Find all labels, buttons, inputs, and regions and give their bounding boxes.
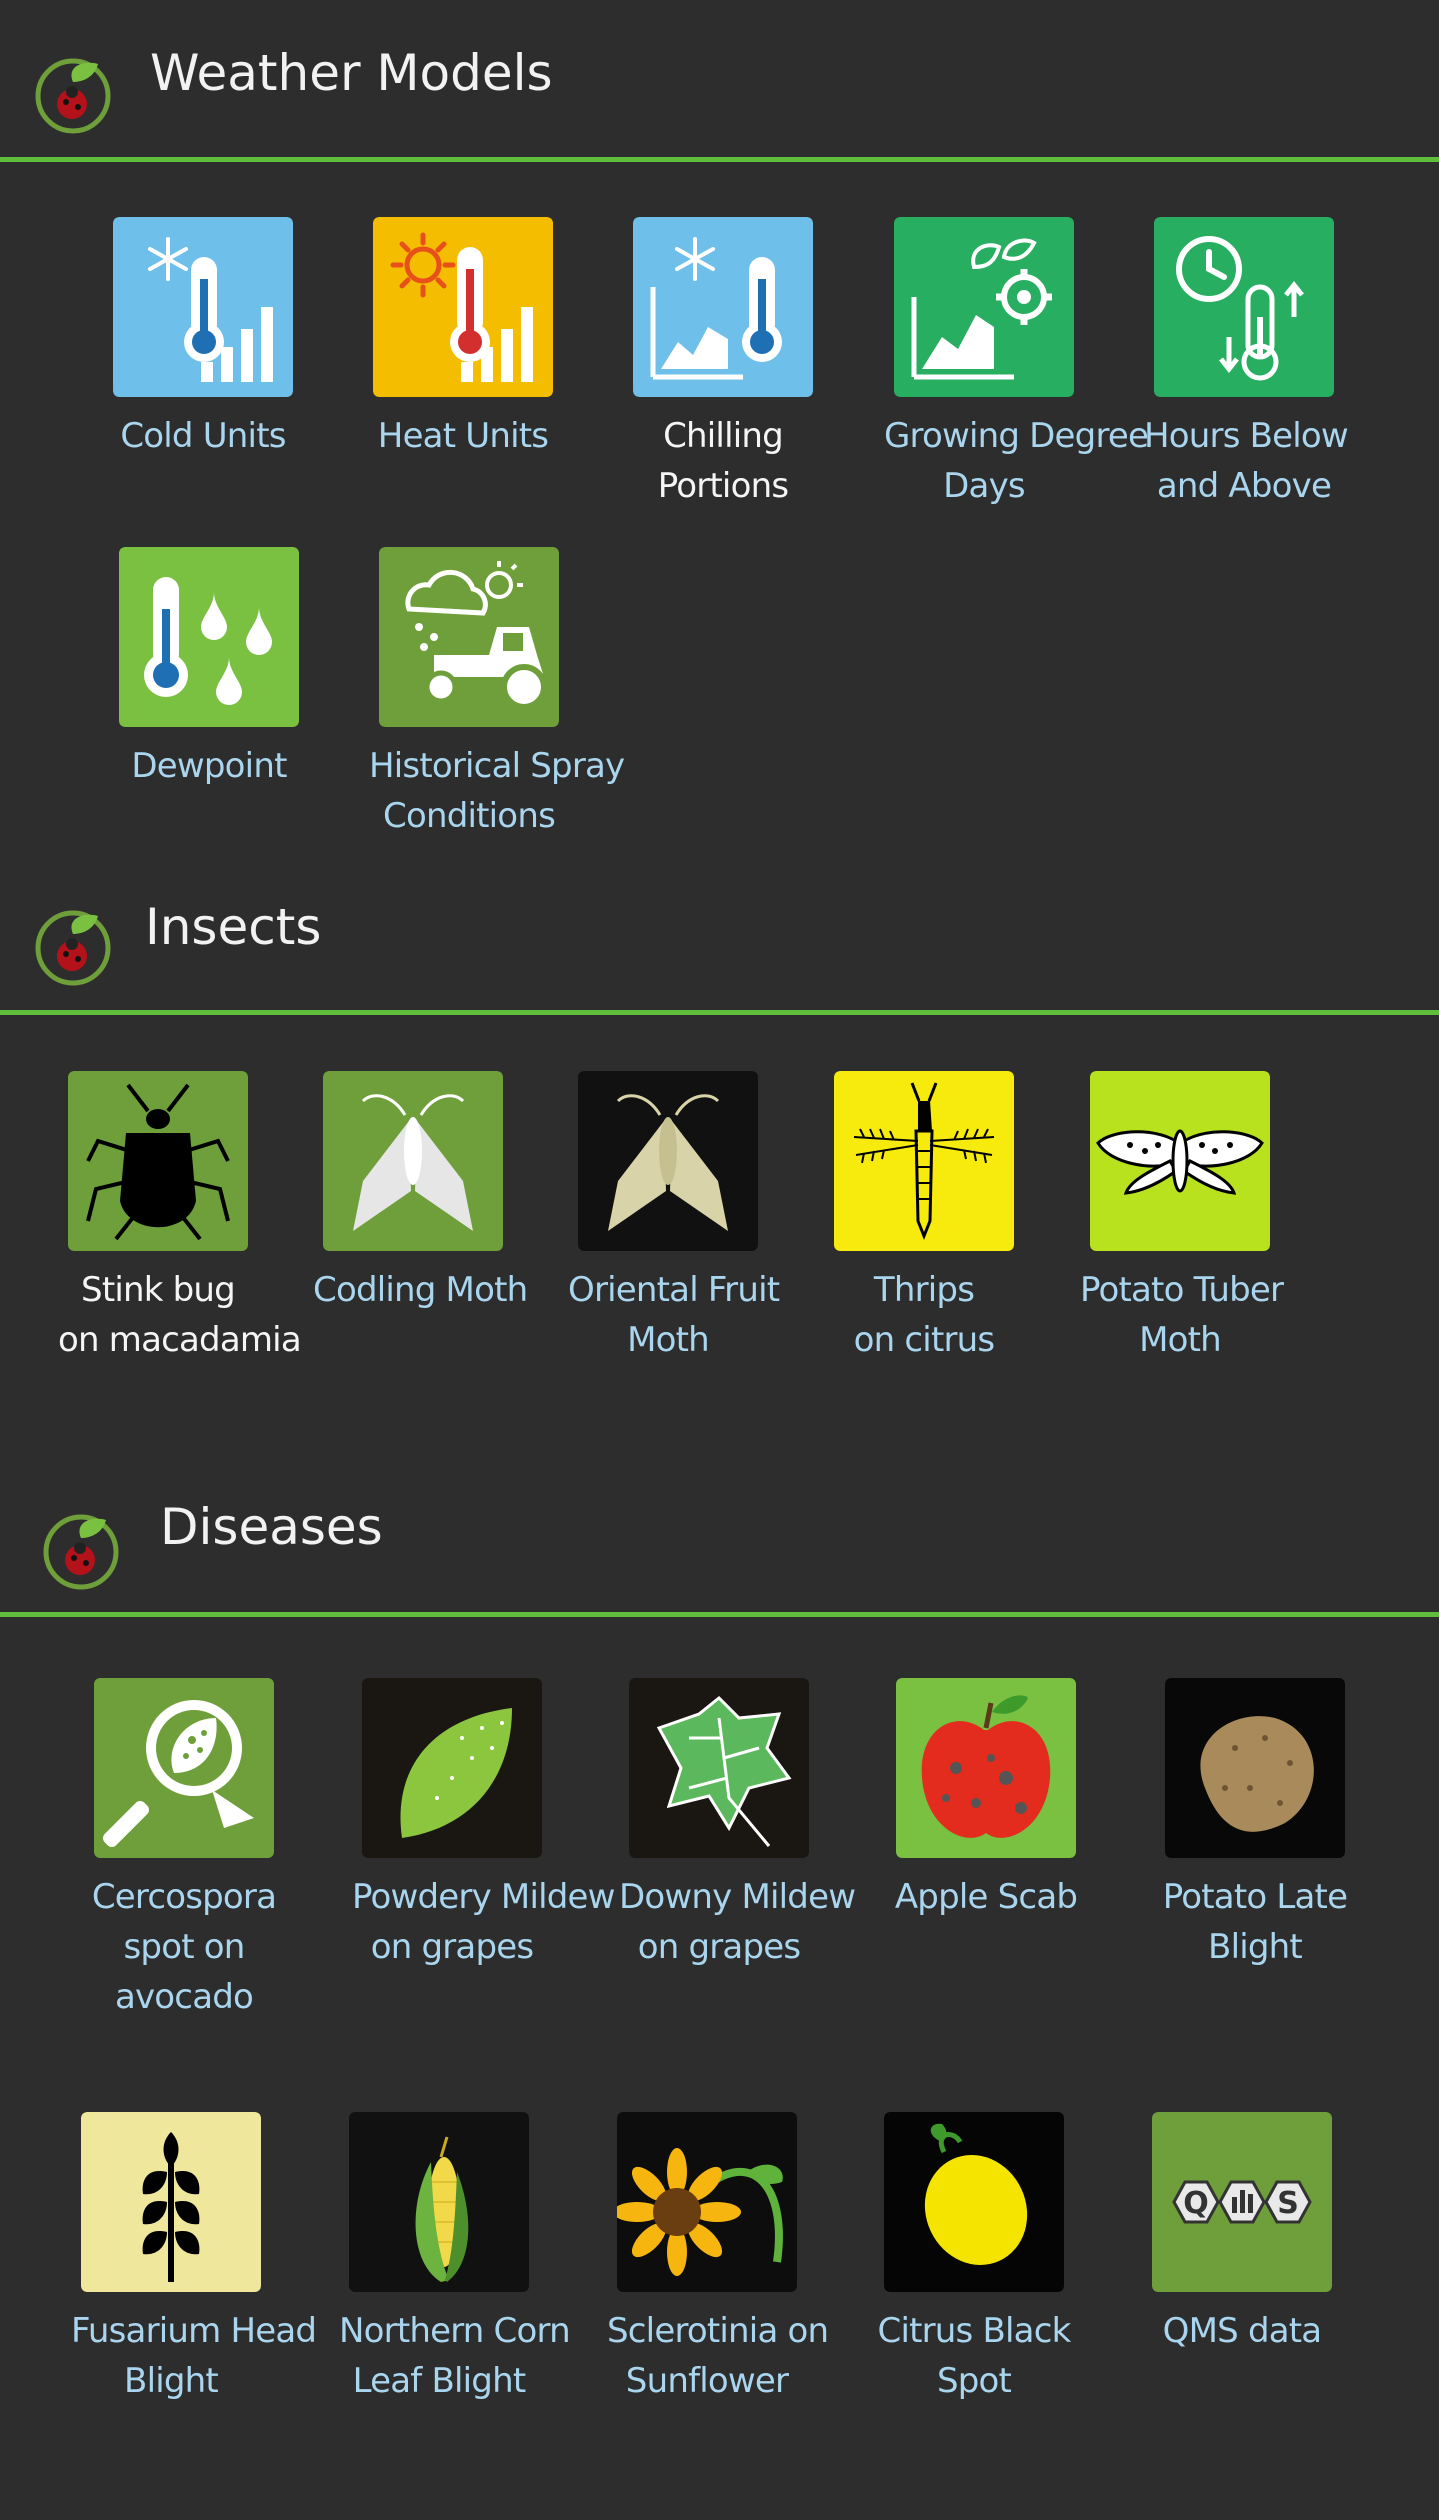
tile-codling-moth[interactable]: Codling Moth [313, 1071, 528, 1315]
tile-label: Heat Units [377, 416, 549, 456]
powdery-mildew-icon [362, 1678, 542, 1858]
stink-bug-icon [68, 1071, 248, 1251]
tile-dewpoint[interactable]: Dewpoint [109, 547, 309, 791]
sclerotinia-sunflower-icon [617, 2112, 797, 2292]
tile-chilling-portions[interactable]: Chilling Portions [623, 217, 823, 511]
section-divider [0, 1010, 1439, 1015]
chilling-portions-icon [633, 217, 813, 397]
tile-label: Codling Moth [313, 1270, 528, 1310]
historical-spray-conditions-icon [379, 547, 559, 727]
tile-label: Cercospora spot on avocado [91, 1877, 277, 2017]
tile-growing-degree-days[interactable]: Growing Degree Days [884, 217, 1149, 511]
tile-oriental-fruit-moth[interactable]: Oriental Fruit Moth [568, 1071, 780, 1365]
tile-label: Apple Scab [894, 1877, 1078, 1917]
section-divider [0, 1612, 1439, 1617]
tile-cercospora[interactable]: Cercospora spot on avocado [84, 1678, 284, 2022]
section-divider [0, 157, 1439, 162]
app-logo-icon [32, 904, 114, 986]
cercospora-icon [94, 1678, 274, 1858]
tile-label: Downy Mildew on grapes [619, 1877, 856, 1967]
tile-label: Hours Below and Above [1144, 416, 1349, 506]
tile-label: Chilling Portions [657, 416, 789, 506]
qms-data-icon: Q S [1152, 2112, 1332, 2292]
tile-thrips[interactable]: Thrips on citrus [824, 1071, 1024, 1365]
heat-units-icon [373, 217, 553, 397]
tile-label: Oriental Fruit Moth [568, 1270, 780, 1360]
qms-letter: Q [1183, 2186, 1209, 2221]
tile-label: Citrus Black Spot [877, 2311, 1072, 2401]
potato-tuber-moth-icon [1090, 1071, 1270, 1251]
growing-degree-days-icon [894, 217, 1074, 397]
tile-stink-bug[interactable]: Stink bug on macadamia [58, 1071, 302, 1365]
qms-letter: S [1277, 2186, 1299, 2221]
tile-label: Historical Spray Conditions [369, 746, 625, 836]
tile-label: Sclerotinia on Sunflower [607, 2311, 829, 2401]
tile-label: Fusarium Head Blight [71, 2311, 317, 2401]
app-logo-icon [32, 52, 114, 134]
section-title-weather: Weather Models [150, 44, 553, 102]
tile-label: Stink bug on macadamia [58, 1270, 302, 1360]
apple-scab-icon [896, 1678, 1076, 1858]
tile-historical-spray-conditions[interactable]: Historical Spray Conditions [369, 547, 625, 841]
section-title-insects: Insects [145, 898, 322, 956]
cold-units-icon [113, 217, 293, 397]
tile-sclerotinia-sunflower[interactable]: Sclerotinia on Sunflower [607, 2112, 829, 2406]
app-logo-icon [40, 1508, 122, 1590]
tile-fusarium-head-blight[interactable]: Fusarium Head Blight [71, 2112, 317, 2406]
tile-apple-scab[interactable]: Apple Scab [886, 1678, 1086, 1922]
hours-below-above-icon [1154, 217, 1334, 397]
citrus-black-spot-icon [884, 2112, 1064, 2292]
tile-downy-mildew[interactable]: Downy Mildew on grapes [619, 1678, 856, 1972]
fusarium-head-blight-icon [81, 2112, 261, 2292]
tile-label: Thrips on citrus [853, 1270, 995, 1360]
tile-heat-units[interactable]: Heat Units [363, 217, 563, 461]
tile-northern-corn-leaf-blight[interactable]: Northern Corn Leaf Blight [339, 2112, 571, 2406]
tile-powdery-mildew[interactable]: Powdery Mildew on grapes [352, 1678, 615, 1972]
tile-label: Northern Corn Leaf Blight [339, 2311, 571, 2401]
tile-label: Cold Units [120, 416, 286, 456]
downy-mildew-icon [629, 1678, 809, 1858]
tile-hours-below-above[interactable]: Hours Below and Above [1144, 217, 1349, 511]
codling-moth-icon [323, 1071, 503, 1251]
potato-late-blight-icon [1165, 1678, 1345, 1858]
northern-corn-leaf-blight-icon [349, 2112, 529, 2292]
tile-potato-late-blight[interactable]: Potato Late Blight [1155, 1678, 1355, 1972]
tile-label: Powdery Mildew on grapes [352, 1877, 615, 1967]
dewpoint-icon [119, 547, 299, 727]
oriental-fruit-moth-icon [578, 1071, 758, 1251]
tile-cold-units[interactable]: Cold Units [103, 217, 303, 461]
tile-label: Potato Tuber Moth [1080, 1270, 1284, 1360]
tile-label: Dewpoint [131, 746, 287, 786]
tile-label: QMS data [1162, 2311, 1322, 2351]
tile-potato-tuber-moth[interactable]: Potato Tuber Moth [1080, 1071, 1284, 1365]
tile-citrus-black-spot[interactable]: Citrus Black Spot [874, 2112, 1074, 2406]
tile-qms-data[interactable]: Q S QMS data [1142, 2112, 1342, 2356]
tile-label: Growing Degree Days [884, 416, 1149, 506]
thrips-icon [834, 1071, 1014, 1251]
section-title-diseases: Diseases [160, 1498, 383, 1556]
tile-label: Potato Late Blight [1162, 1877, 1348, 1967]
